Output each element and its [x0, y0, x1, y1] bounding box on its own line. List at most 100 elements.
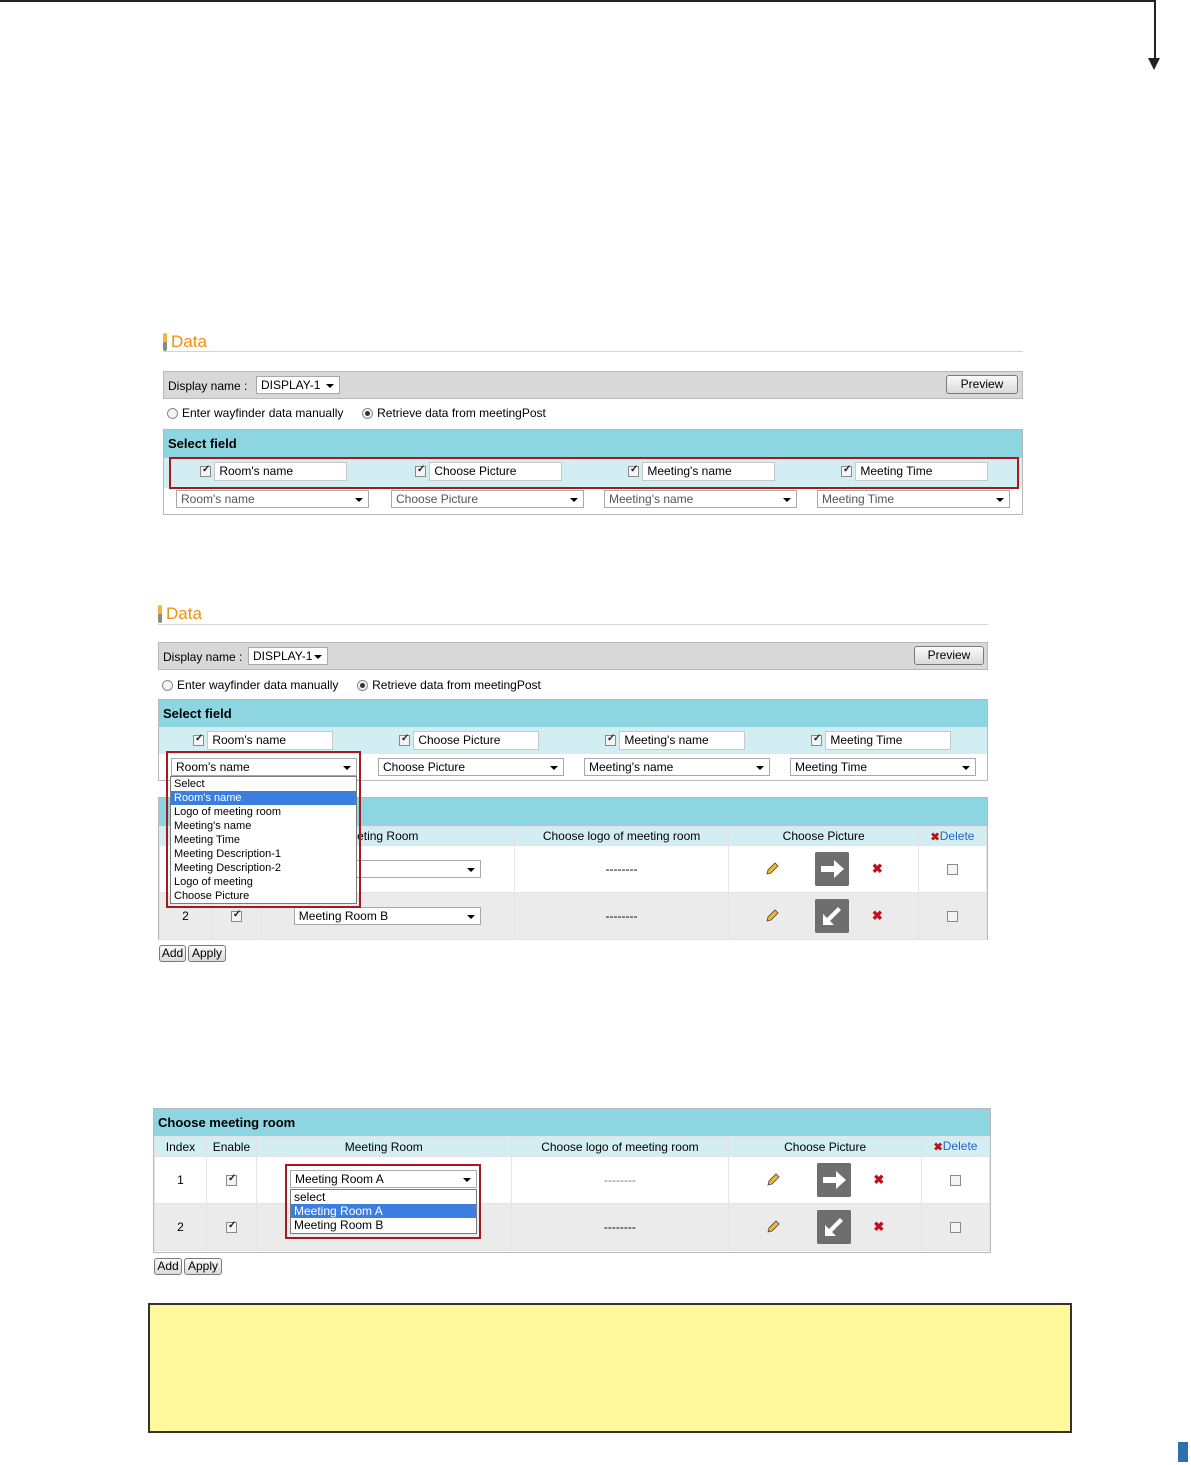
header-logo: Choose logo of meeting room — [513, 826, 730, 846]
pencil-icon[interactable] — [765, 862, 779, 876]
field-mapping-select-3[interactable]: Meeting's name — [604, 490, 797, 508]
field-mapping-select-2[interactable]: Choose Picture — [378, 758, 564, 776]
remove-icon[interactable]: ✖ — [873, 1172, 884, 1187]
preview-button[interactable]: Preview — [914, 646, 984, 665]
row-picture: ✖ — [728, 1203, 922, 1251]
enable-checkbox[interactable] — [225, 1173, 237, 1186]
row-logo: -------- — [510, 1156, 730, 1204]
header-picture: Choose Picture — [728, 1136, 922, 1157]
note-box — [148, 1303, 1072, 1433]
row-picture: ✖ — [728, 892, 920, 940]
section-marker-icon — [158, 605, 162, 623]
radio-retrieve[interactable] — [362, 408, 374, 419]
field-mapping-select-4[interactable]: Meeting Time — [817, 490, 1010, 508]
meeting-room-panel: Choose meeting room Index Enable Meeting… — [153, 1108, 991, 1253]
enable-checkbox[interactable] — [230, 909, 242, 922]
field-name-box[interactable]: Meeting's name — [619, 731, 746, 750]
table-row: 1 -------- ✖ — [154, 1156, 990, 1204]
room-select[interactable]: Meeting Room B — [293, 907, 481, 925]
enable-checkbox[interactable] — [225, 1220, 237, 1233]
add-button[interactable]: Add — [154, 1258, 182, 1275]
delete-checkbox[interactable] — [950, 1175, 961, 1186]
row-picture: ✖ — [728, 1156, 922, 1204]
display-bar: Display name : DISPLAY-1 Preview — [163, 371, 1023, 399]
field-meetings-name: Meeting's name — [605, 731, 746, 750]
arrow-down-left-icon[interactable] — [815, 899, 850, 933]
display-bar: Display name : DISPLAY-1 Preview — [158, 642, 988, 670]
display-label: Display name : — [168, 379, 248, 393]
apply-button[interactable]: Apply — [184, 1258, 222, 1275]
field-name-box[interactable]: Meeting Time — [825, 731, 952, 750]
delete-label: Delete — [942, 1139, 978, 1154]
field-checkbox[interactable] — [399, 733, 410, 746]
section-divider — [163, 351, 1023, 352]
row-enable — [205, 1203, 257, 1251]
section-title: Data — [166, 604, 202, 623]
pencil-icon[interactable] — [765, 909, 779, 923]
field-checkbox[interactable] — [811, 733, 822, 746]
row-delete — [921, 1203, 990, 1251]
field-meeting-time: Meeting Time — [811, 731, 952, 750]
arrow-right-icon[interactable] — [816, 1163, 851, 1197]
row-logo: -------- — [510, 1203, 730, 1251]
field-mapping-select-3[interactable]: Meeting's name — [584, 758, 770, 776]
source-radio-group: Enter wayfinder data manually Retrieve d… — [162, 678, 541, 692]
row-enable — [205, 1156, 257, 1204]
field-rooms-name: Room's name — [193, 731, 334, 750]
display-label: Display name : — [163, 650, 243, 664]
section-title: Data — [171, 332, 207, 351]
row-delete — [918, 892, 987, 940]
meeting-room-table: Index Enable Meeting Room Choose logo of… — [154, 1136, 990, 1251]
radio-manual[interactable] — [162, 680, 173, 691]
remove-icon[interactable]: ✖ — [873, 1219, 884, 1234]
row-picture: ✖ — [728, 845, 920, 893]
row-index: 1 — [154, 1156, 207, 1204]
select-field-title: Select field — [159, 700, 987, 727]
remove-icon[interactable]: ✖ — [872, 861, 883, 876]
field-choose-picture: Choose Picture — [399, 731, 540, 750]
remove-icon[interactable]: ✖ — [872, 908, 883, 923]
header-logo: Choose logo of meeting room — [510, 1136, 730, 1157]
arrow-down-icon — [1148, 58, 1160, 70]
meeting-room-title: Choose meeting room — [154, 1109, 990, 1136]
highlight-box-dropdown — [166, 751, 361, 908]
arrow-down-left-icon[interactable] — [816, 1210, 851, 1244]
connector-line-down — [1154, 0, 1156, 62]
display-select[interactable]: DISPLAY-1 — [256, 376, 340, 394]
display-select[interactable]: DISPLAY-1 — [248, 647, 328, 665]
radio-retrieve[interactable] — [357, 680, 369, 691]
field-checkbox[interactable] — [193, 733, 204, 746]
connector-line-top — [0, 0, 1156, 2]
section-divider — [158, 624, 988, 625]
pencil-icon[interactable] — [766, 1220, 780, 1234]
add-button[interactable]: Add — [159, 945, 186, 962]
arrow-right-icon[interactable] — [815, 852, 850, 886]
row-logo: -------- — [513, 892, 730, 940]
section-marker-icon — [163, 333, 167, 351]
field-mapping-select-2[interactable]: Choose Picture — [391, 490, 584, 508]
delete-label: Delete — [939, 828, 975, 843]
delete-icon: ✖ — [933, 1141, 943, 1154]
highlight-box-fields — [169, 457, 1019, 489]
page-tab-marker — [1178, 1442, 1188, 1462]
delete-checkbox[interactable] — [947, 911, 958, 922]
header-delete: ✖Delete — [921, 1136, 990, 1157]
preview-button[interactable]: Preview — [946, 375, 1018, 394]
field-name-box[interactable]: Room's name — [207, 731, 334, 750]
radio-manual[interactable] — [167, 408, 178, 419]
field-name-box[interactable]: Choose Picture — [413, 731, 540, 750]
delete-checkbox[interactable] — [950, 1222, 961, 1233]
field-mapping-select-1[interactable]: Room's name — [176, 490, 369, 508]
header-enable: Enable — [205, 1136, 257, 1157]
apply-button[interactable]: Apply — [188, 945, 226, 962]
header-index: Index — [154, 1136, 207, 1157]
pencil-icon[interactable] — [766, 1173, 780, 1187]
delete-checkbox[interactable] — [947, 864, 958, 875]
row-logo: -------- — [513, 845, 730, 893]
row-delete — [921, 1156, 990, 1204]
row-delete — [918, 845, 987, 893]
radio-manual-label: Enter wayfinder data manually — [177, 678, 339, 692]
radio-retrieve-label: Retrieve data from meetingPost — [377, 406, 546, 420]
field-mapping-select-4[interactable]: Meeting Time — [790, 758, 976, 776]
field-checkbox[interactable] — [605, 733, 616, 746]
